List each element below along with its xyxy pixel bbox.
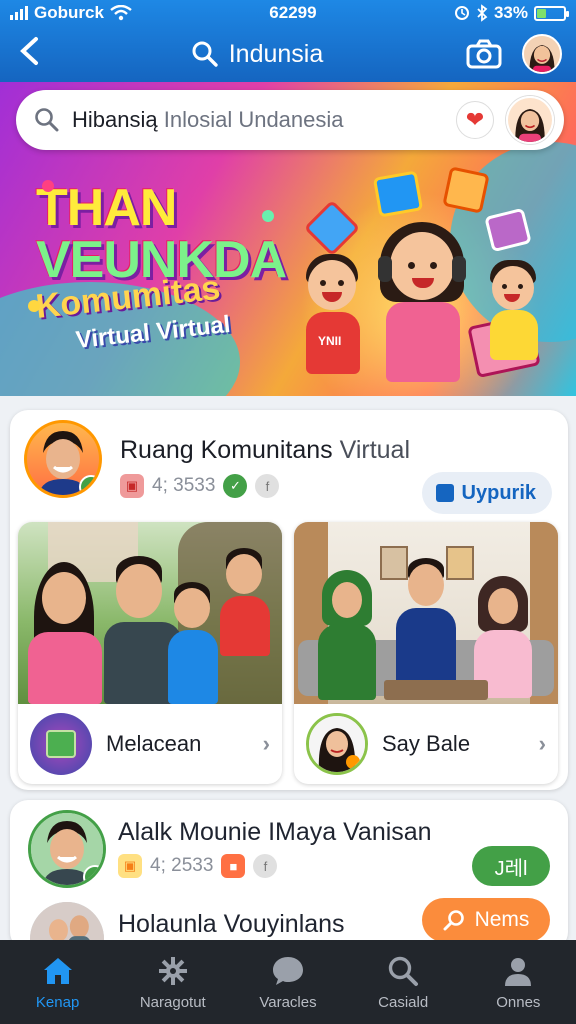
author-avatar[interactable]: ✓ [24,420,102,498]
signal-icon [10,6,28,20]
news-button[interactable]: Nems [422,898,550,942]
author-name-rest: Virtual [339,436,411,464]
gift-box-icon [372,170,424,218]
search-icon [388,956,419,986]
banner-title-line1: THAN [36,179,177,237]
status-bar: Goburck 62299 33% [0,0,576,26]
author-name[interactable]: Alalk Mounie IMaya Vanisan [118,818,432,847]
gift-box-icon [442,166,490,214]
kid-illustration-right [486,260,546,360]
post-header: ✓ Ruang Komunitans Virtual ▣ 4; 3533 ✓ f… [24,420,558,514]
verified-badge-icon: ✓ [79,475,99,495]
clock: 62299 [269,3,317,22]
carrier-name: Goburck [34,3,104,22]
heart-icon[interactable]: ❤ [456,101,494,139]
tile-label: Melacean [106,731,202,756]
tile-footer[interactable]: Say Bale › [294,704,558,784]
bookmark-icon: ■ [221,854,246,878]
user-avatar[interactable] [522,34,562,74]
search-icon [35,108,59,132]
nav-item-navigate[interactable]: Naragotut [118,954,228,1011]
post-stats: ▣ 4; 2533 ■ f [118,854,278,878]
chevron-right-icon[interactable]: › [263,731,270,757]
search-input[interactable]: Hibansią Inlosial Undanesia [72,107,456,133]
nav-item-home[interactable]: Kenap [3,954,113,1011]
tile-footer[interactable]: Melacean › [18,704,282,784]
gift-box-icon [30,713,92,775]
bluetooth-icon [477,4,488,22]
nav-row: Indunsia [0,26,576,82]
living-room-photo [294,522,558,704]
gift-icon: ▣ [120,474,144,498]
wifi-icon [110,5,132,21]
community-post-card[interactable]: ✓ Alalk Mounie IMaya Vanisan ▣ 4; 2533 ■… [10,800,568,978]
media-tile-1[interactable]: Melacean › [18,522,282,784]
join-label: J레l [494,857,528,880]
news-label: Nems [474,908,530,931]
gift-icon: ▣ [118,854,142,878]
page-title: Indunsia [228,39,324,68]
hero-banner[interactable]: Hibansią Inlosial Undanesia ❤ THAN VEUNK… [0,82,576,396]
chevron-right-icon[interactable]: › [539,731,546,757]
chat-icon [272,956,303,985]
search-query-rest: Inlosial Undanesia [163,107,344,132]
shirt-text: YNII [318,334,342,348]
kid-illustration-center [378,222,468,382]
search-query-bold: Hibansią [72,107,158,132]
follow-label: Uypurik [461,481,536,504]
media-tile-2[interactable]: Say Bale › [294,522,558,784]
nav-item-profile[interactable]: Onnes [463,954,573,1011]
nav-label: Casiald [378,993,429,1011]
camera-icon[interactable] [466,39,502,69]
family-photo [18,522,282,704]
woman-avatar [306,713,368,775]
community-post-card[interactable]: ✓ Ruang Komunitans Virtual ▣ 4; 3533 ✓ f… [10,410,568,790]
author-name[interactable]: Holaunla Vouyinlans [118,910,345,939]
author-name-bold: Ruang Komunitans [120,436,333,464]
follow-button[interactable]: Uypurik [421,472,552,514]
follow-icon [435,484,454,502]
author-avatar[interactable]: ✓ [28,810,106,888]
stat-value: 4; 3533 [152,475,216,496]
facebook-icon[interactable]: f [255,474,280,498]
post-stats: ▣ 4; 3533 ✓ f [120,474,280,498]
battery-percent: 33% [493,3,528,22]
nav-label: Varacles [259,993,317,1011]
battery-icon [534,5,569,21]
check-circle-icon: ✓ [223,474,248,498]
person-icon [505,957,532,986]
search-icon [443,910,464,931]
avatar-portrait [524,36,560,72]
nav-item-search[interactable]: Casiald [348,954,458,1011]
stat-value: 4; 2533 [150,855,214,876]
back-icon [20,37,38,65]
search-icon[interactable] [191,40,219,68]
nav-label: Naragotut [139,993,206,1011]
alarm-icon [454,6,469,20]
search-avatar[interactable] [506,96,554,144]
top-app-bar: Goburck 62299 33% Indunsia [0,0,576,82]
gear-icon [158,956,187,985]
tile-label: Say Bale [382,731,471,756]
author-name[interactable]: Ruang Komunitans Virtual [120,436,410,465]
kid-illustration-left: YNII [300,254,370,374]
back-button[interactable] [18,36,48,72]
bottom-navigation: Kenap Naragotut Varacles Casiald Onnes [0,940,576,1024]
nav-label: Kenap [35,993,80,1011]
verified-badge-icon: ✓ [83,865,103,885]
nav-label: Onnes [496,993,541,1011]
nav-item-messages[interactable]: Varacles [233,954,343,1011]
avatar-portrait [309,716,365,772]
header-title-group: Indunsia [191,39,324,69]
search-bar[interactable]: Hibansią Inlosial Undanesia ❤ [16,90,564,150]
home-icon [43,957,72,984]
banner-title: THAN VEUNKDA Komumitas Virtual Virtual [34,179,296,355]
battery-level [537,8,546,18]
facebook-icon[interactable]: f [253,854,278,878]
join-button[interactable]: J레l [472,846,550,886]
avatar-portrait [508,98,552,142]
